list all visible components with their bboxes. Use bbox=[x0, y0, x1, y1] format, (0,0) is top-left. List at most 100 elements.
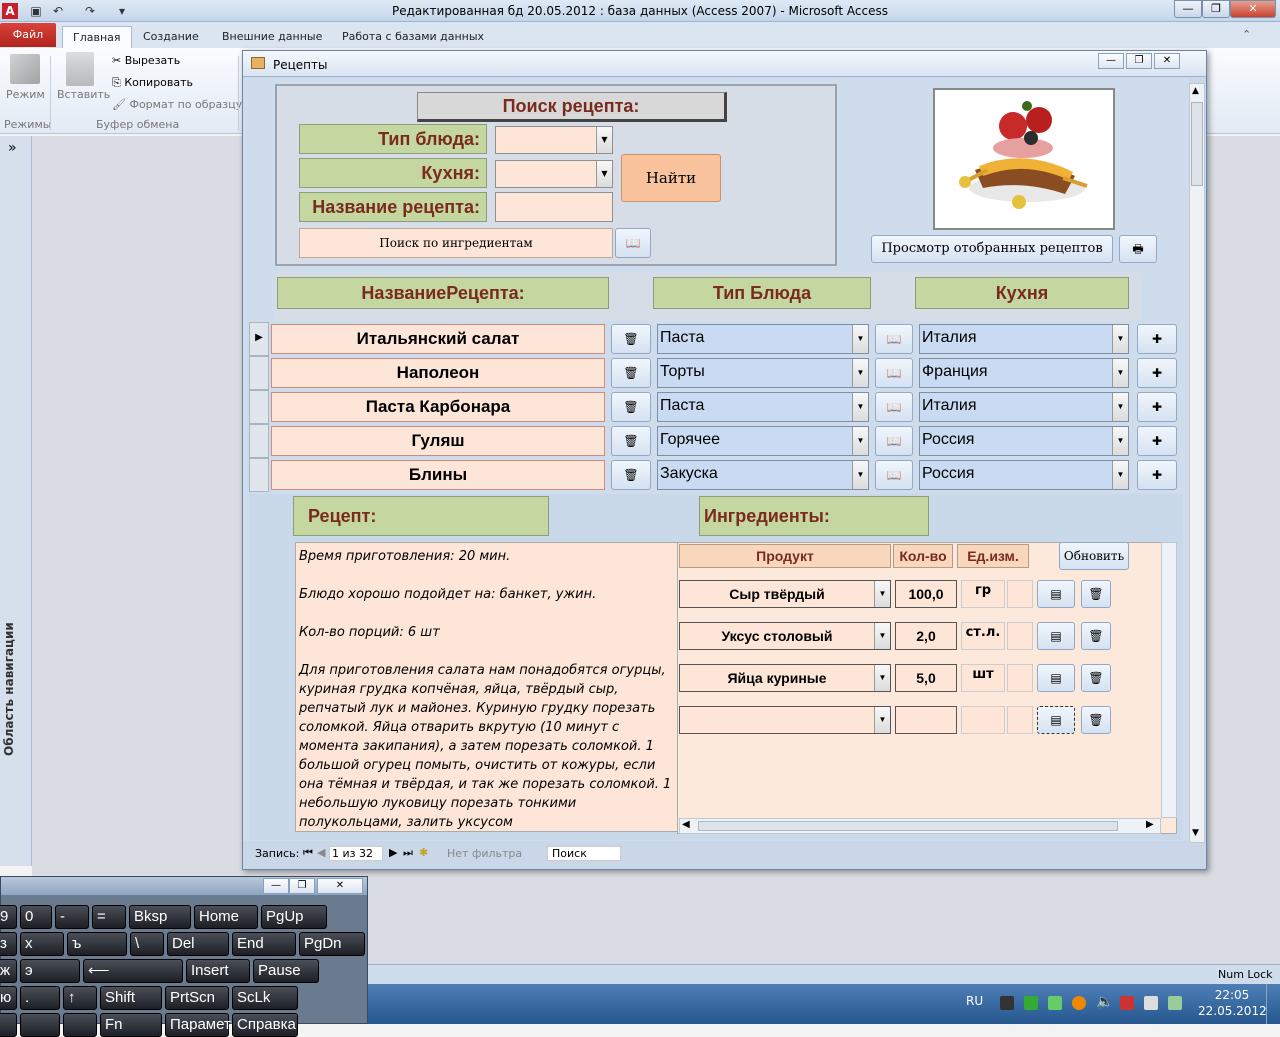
open-recipe-book-icon[interactable]: 📖 bbox=[875, 324, 913, 354]
keyboard-key[interactable]: Справка bbox=[232, 1013, 298, 1037]
app-tray-icon[interactable] bbox=[1024, 996, 1038, 1010]
keyboard-key[interactable]: Параметры bbox=[165, 1013, 250, 1037]
keyboard-key[interactable]: Home bbox=[194, 905, 258, 929]
nav-toggle-icon[interactable]: » bbox=[8, 140, 17, 156]
extra-field[interactable] bbox=[1007, 622, 1033, 650]
cuisine-cell[interactable]: Италия ▼ bbox=[919, 392, 1129, 422]
search-box[interactable]: Поиск bbox=[547, 846, 621, 861]
first-record-icon[interactable]: ⏮ bbox=[303, 846, 313, 860]
keyboard-key[interactable]: = bbox=[92, 905, 126, 929]
cuisine-cell[interactable]: Россия ▼ bbox=[919, 460, 1129, 490]
product-combo[interactable]: ▼ bbox=[679, 706, 891, 734]
add-to-selection-icon[interactable]: ✚ bbox=[1137, 324, 1177, 354]
keyboard-key[interactable]: Pause bbox=[253, 959, 319, 983]
open-recipe-book-icon[interactable]: 📖 bbox=[875, 460, 913, 490]
recipe-name-cell[interactable]: Паста Карбонара bbox=[271, 392, 605, 422]
extra-field[interactable] bbox=[1007, 706, 1033, 734]
show-desktop-button[interactable] bbox=[1266, 984, 1280, 1024]
chevron-down-icon[interactable]: ▼ bbox=[874, 623, 890, 649]
qty-field[interactable] bbox=[895, 706, 957, 734]
dish-type-cell[interactable]: Закуска ▼ bbox=[657, 460, 869, 490]
chevron-down-icon[interactable]: ▼ bbox=[596, 127, 612, 153]
add-to-selection-icon[interactable]: ✚ bbox=[1137, 392, 1177, 422]
format-painter-button[interactable]: 🖌 Формат по образцу bbox=[112, 98, 242, 111]
cuisine-combo[interactable]: ▼ bbox=[495, 160, 613, 188]
keyboard-key[interactable]: 0 bbox=[20, 905, 52, 929]
tab-home[interactable]: Главная bbox=[62, 26, 132, 48]
record-selector[interactable] bbox=[249, 458, 269, 492]
ribbon-minimize-icon[interactable]: ⌃ bbox=[1242, 28, 1251, 41]
dish-type-cell[interactable]: Торты ▼ bbox=[657, 358, 869, 388]
keyboard-key[interactable]: з bbox=[0, 932, 17, 956]
paste-icon[interactable] bbox=[66, 52, 94, 86]
form-close-button[interactable]: ✕ bbox=[1154, 53, 1180, 69]
recipe-name-cell[interactable]: Итальянский салат bbox=[271, 324, 605, 354]
app-tray-icon[interactable] bbox=[1072, 996, 1086, 1010]
table-row[interactable]: Наполеон 🗑 Торты ▼ 📖 Франция ▼ ✚ bbox=[249, 356, 1183, 390]
form-minimize-button[interactable]: — bbox=[1098, 53, 1124, 69]
find-button[interactable]: Найти bbox=[621, 154, 721, 202]
chevron-down-icon[interactable]: ▼ bbox=[1112, 393, 1128, 421]
record-selector[interactable] bbox=[249, 356, 269, 390]
keyboard-key[interactable]: э bbox=[20, 959, 80, 983]
copy-button[interactable]: ⎘ Копировать bbox=[112, 76, 193, 90]
navigation-pane[interactable]: » Область навигации bbox=[0, 136, 32, 866]
scroll-down-icon[interactable]: ▼ bbox=[1192, 828, 1199, 838]
keyboard-key[interactable]: ж bbox=[0, 959, 17, 983]
extra-field[interactable] bbox=[1007, 580, 1033, 608]
next-record-icon[interactable]: ▶ bbox=[389, 846, 397, 859]
chevron-down-icon[interactable]: ▼ bbox=[1112, 461, 1128, 489]
delete-recipe-icon[interactable]: 🗑 bbox=[611, 358, 651, 388]
chevron-down-icon[interactable]: ▼ bbox=[852, 461, 868, 489]
view-selected-button[interactable]: Просмотр отобранных рецептов bbox=[871, 235, 1113, 263]
volume-icon[interactable]: 🔈 bbox=[1096, 994, 1113, 1010]
close-button[interactable]: ✕ bbox=[1230, 0, 1276, 18]
delete-recipe-icon[interactable]: 🗑 bbox=[611, 392, 651, 422]
edit-ingredient-icon[interactable]: ▤ bbox=[1037, 664, 1075, 692]
chevron-down-icon[interactable]: ▼ bbox=[852, 359, 868, 387]
add-to-selection-icon[interactable]: ✚ bbox=[1137, 358, 1177, 388]
delete-ingredient-icon[interactable]: 🗑 bbox=[1081, 706, 1111, 734]
edit-ingredient-icon[interactable]: ▤ bbox=[1037, 580, 1075, 608]
chevron-down-icon[interactable]: ▼ bbox=[1112, 359, 1128, 387]
delete-ingredient-icon[interactable]: 🗑 bbox=[1081, 622, 1111, 650]
table-row[interactable]: ▶ Итальянский салат 🗑 Паста ▼ 📖 Италия ▼ ✚ bbox=[249, 322, 1183, 356]
keyboard-minimize-button[interactable]: — bbox=[263, 878, 289, 894]
unit-field[interactable]: гр bbox=[961, 580, 1005, 608]
edit-ingredient-icon[interactable]: ▤ bbox=[1037, 622, 1075, 650]
add-to-selection-icon[interactable]: ✚ bbox=[1137, 426, 1177, 456]
record-selector[interactable] bbox=[249, 390, 269, 424]
keyboard-key[interactable]: ⟵ bbox=[83, 959, 183, 983]
cut-button[interactable]: ✂ Вырезать bbox=[112, 54, 180, 67]
record-position[interactable]: 1 из 32 bbox=[329, 846, 383, 861]
ingredient-row[interactable]: Сыр твёрдый ▼ 100,0 гр ▤ 🗑 bbox=[677, 572, 1167, 612]
tab-database-tools[interactable]: Работа с базами данных bbox=[332, 26, 494, 48]
keyboard-restore-button[interactable]: ❐ bbox=[289, 878, 315, 894]
maximize-button[interactable]: ❐ bbox=[1202, 0, 1230, 18]
recipe-name-cell[interactable]: Наполеон bbox=[271, 358, 605, 388]
dish-type-cell[interactable]: Паста ▼ bbox=[657, 324, 869, 354]
chevron-down-icon[interactable]: ▼ bbox=[1112, 325, 1128, 353]
delete-recipe-icon[interactable]: 🗑 bbox=[611, 426, 651, 456]
table-row[interactable]: Гуляш 🗑 Горячее ▼ 📖 Россия ▼ ✚ bbox=[249, 424, 1183, 458]
recipe-name-cell[interactable]: Гуляш bbox=[271, 426, 605, 456]
tab-file[interactable]: Файл bbox=[0, 23, 56, 47]
keyboard-key[interactable]: Fn bbox=[100, 1013, 162, 1037]
clock-time[interactable]: 22:05 bbox=[1204, 988, 1260, 1002]
chevron-down-icon[interactable]: ▼ bbox=[874, 707, 890, 733]
keyboard-key[interactable]: - bbox=[55, 905, 89, 929]
scroll-thumb[interactable] bbox=[698, 821, 1118, 831]
open-recipe-book-icon[interactable]: 📖 bbox=[875, 392, 913, 422]
keyboard-key[interactable]: PgUp bbox=[261, 905, 327, 929]
language-indicator[interactable]: RU bbox=[966, 994, 983, 1008]
clock-date[interactable]: 22.05.2012 bbox=[1198, 1004, 1267, 1018]
horizontal-scrollbar[interactable]: ◀ ▶ bbox=[679, 818, 1161, 834]
recipe-text[interactable]: Время приготовления: 20 мин. Блюдо хорош… bbox=[295, 542, 679, 832]
scroll-right-icon[interactable]: ▶ bbox=[1146, 819, 1154, 830]
keyboard-key[interactable]: PgDn bbox=[299, 932, 365, 956]
unit-field[interactable]: шт bbox=[961, 664, 1005, 692]
form-vertical-scrollbar[interactable]: ▲ ▼ bbox=[1189, 83, 1205, 843]
flag-tray-icon[interactable] bbox=[1120, 996, 1134, 1010]
keyboard-close-button[interactable]: ✕ bbox=[317, 878, 363, 894]
ingredient-search-book-icon[interactable]: 📖 bbox=[615, 228, 651, 258]
